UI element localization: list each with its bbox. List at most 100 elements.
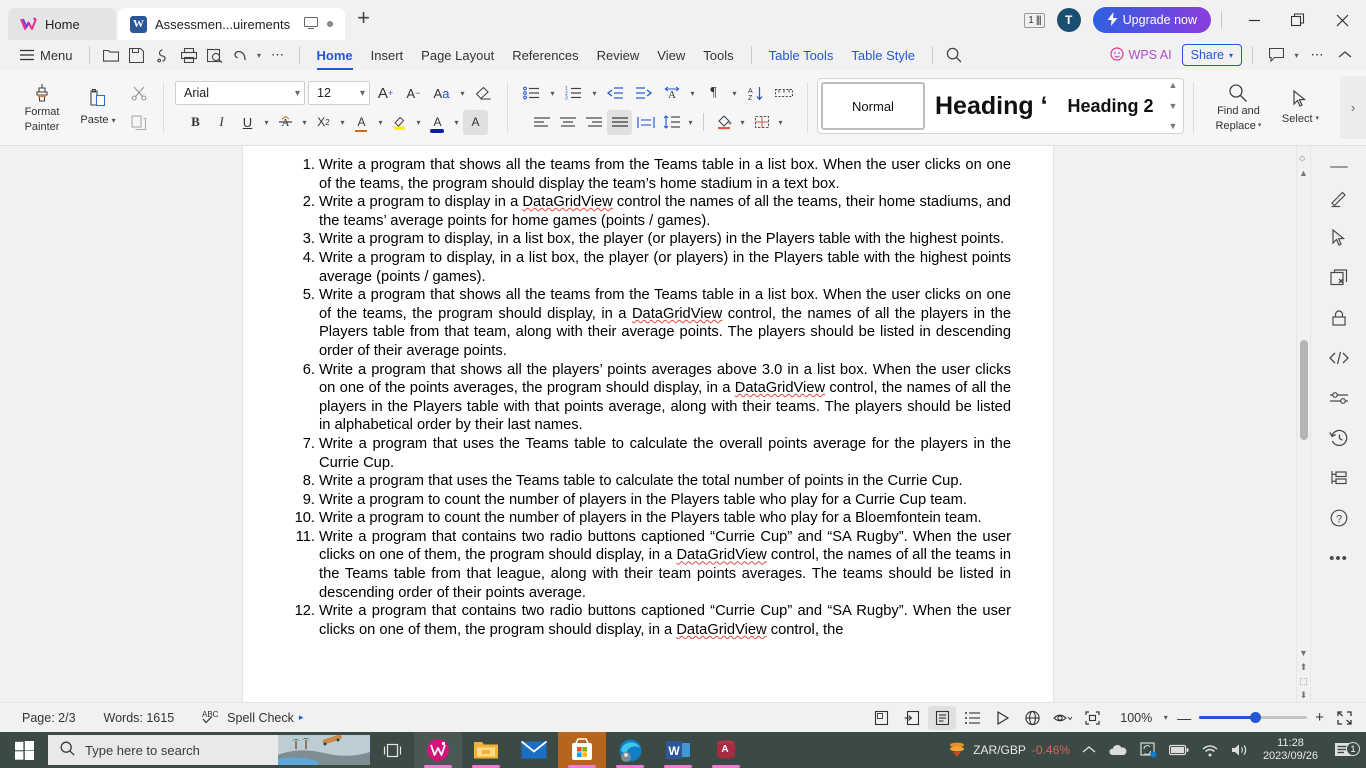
grow-font-button[interactable]: A + bbox=[373, 81, 398, 106]
windows-start-icon[interactable] bbox=[0, 732, 48, 768]
text-effects-button[interactable]: A bbox=[349, 110, 374, 135]
page-view-icon[interactable] bbox=[868, 706, 896, 730]
asian-layout-button[interactable]: A bbox=[659, 81, 684, 106]
highlight-dropdown-icon[interactable]: ▾ bbox=[413, 118, 424, 127]
find-replace-button[interactable]: Find and Replace ▾ bbox=[1205, 74, 1271, 142]
highlight-color-button[interactable] bbox=[387, 110, 412, 135]
zoom-out-button[interactable]: — bbox=[1177, 710, 1191, 726]
align-left-button[interactable] bbox=[529, 110, 554, 135]
undo-dropdown-icon[interactable]: ▾ bbox=[254, 51, 265, 60]
decrease-indent-button[interactable] bbox=[603, 81, 628, 106]
volume-icon[interactable] bbox=[1225, 732, 1255, 768]
new-tab-button[interactable]: + bbox=[347, 7, 380, 33]
search-input[interactable]: Type here to search bbox=[48, 735, 370, 765]
mail-taskbar-icon[interactable] bbox=[510, 732, 558, 768]
formatting-marks-dropdown-icon[interactable]: ▾ bbox=[729, 89, 740, 98]
change-case-button[interactable]: Aa bbox=[429, 81, 454, 106]
spell-check-button[interactable]: ABC Spell Check ▸ bbox=[188, 709, 317, 726]
document-scroll-area[interactable]: Write a program that shows all the teams… bbox=[0, 146, 1296, 702]
eye-visibility-icon[interactable] bbox=[1048, 706, 1076, 730]
collapse-ribbon-icon[interactable] bbox=[1332, 43, 1358, 67]
sort-button[interactable]: AZ bbox=[743, 81, 768, 106]
read-mode-icon[interactable] bbox=[928, 705, 957, 730]
list-item[interactable]: Write a program that uses the Teams tabl… bbox=[285, 435, 1011, 472]
more-dots-icon[interactable]: ••• bbox=[1322, 538, 1356, 578]
share-button[interactable]: Share ▾ bbox=[1181, 44, 1242, 66]
cut-button[interactable] bbox=[126, 80, 152, 106]
borders-button[interactable] bbox=[749, 110, 774, 135]
close-window-icon[interactable] bbox=[1322, 258, 1356, 298]
list-item[interactable]: Write a program that shows all the teams… bbox=[285, 286, 1011, 360]
line-spacing-dropdown-icon[interactable]: ▾ bbox=[685, 118, 696, 127]
align-center-button[interactable] bbox=[555, 110, 580, 135]
styles-scroll-down-icon[interactable]: ▼ bbox=[1169, 101, 1178, 111]
print-icon[interactable] bbox=[176, 43, 202, 67]
zoom-level-label[interactable]: 100% bbox=[1108, 711, 1158, 725]
text-effects-dropdown-icon[interactable]: ▾ bbox=[375, 118, 386, 127]
styles-scroll-up-icon[interactable]: ▲ bbox=[1169, 81, 1178, 90]
superscript-button[interactable]: X2 bbox=[311, 110, 336, 135]
battery-icon[interactable] bbox=[1163, 732, 1195, 768]
paste-button[interactable]: Paste ▾ bbox=[70, 74, 126, 142]
page-select-button[interactable]: ⬚ bbox=[1299, 674, 1308, 688]
select-button[interactable]: Select ▾ bbox=[1271, 74, 1329, 142]
document-page[interactable]: Write a program that shows all the teams… bbox=[243, 146, 1053, 702]
cloud-sync-icon[interactable] bbox=[150, 43, 176, 67]
bullets-dropdown-icon[interactable]: ▾ bbox=[547, 89, 558, 98]
change-case-dropdown-icon[interactable]: ▾ bbox=[457, 89, 468, 98]
zoom-in-button[interactable]: + bbox=[1315, 709, 1324, 726]
focus-mode-icon[interactable] bbox=[1078, 706, 1106, 730]
style-heading-2[interactable]: Heading 2 bbox=[1058, 82, 1164, 130]
microsoft-store-taskbar-icon[interactable] bbox=[558, 732, 606, 768]
comment-dropdown-icon[interactable]: ▾ bbox=[1291, 51, 1302, 60]
word-taskbar-icon[interactable]: W bbox=[654, 732, 702, 768]
list-item[interactable]: Write a program to count the number of p… bbox=[285, 491, 1011, 510]
spell-check-arrow-icon[interactable]: ▸ bbox=[299, 712, 304, 723]
superscript-dropdown-icon[interactable]: ▾ bbox=[337, 118, 348, 127]
asian-layout-dropdown-icon[interactable]: ▾ bbox=[687, 89, 698, 98]
zoom-slider-knob[interactable] bbox=[1250, 712, 1262, 723]
next-page-button[interactable]: ⬇ bbox=[1300, 688, 1308, 702]
italic-button[interactable]: I bbox=[209, 110, 234, 135]
search-icon[interactable] bbox=[941, 43, 967, 67]
access-taskbar-icon[interactable]: A bbox=[702, 732, 750, 768]
more-quick-access-icon[interactable]: ⋯ bbox=[265, 43, 291, 67]
help-question-icon[interactable]: ? bbox=[1322, 498, 1356, 538]
minimize-button[interactable] bbox=[1232, 0, 1276, 40]
zoom-slider-track[interactable] bbox=[1199, 712, 1308, 723]
avatar[interactable]: T bbox=[1056, 8, 1081, 32]
ribbon-tab-view[interactable]: View bbox=[648, 41, 694, 69]
close-button[interactable] bbox=[1320, 0, 1364, 40]
scroll-down-arrow[interactable]: ▼ bbox=[1299, 646, 1308, 660]
presentation-icon[interactable] bbox=[988, 706, 1016, 730]
word-count[interactable]: Words: 1615 bbox=[90, 711, 189, 725]
list-item[interactable]: Write a program that shows all the playe… bbox=[285, 361, 1011, 435]
stock-ticker[interactable]: ZAR/GBP -0.46% bbox=[941, 732, 1076, 768]
list-item[interactable]: Write a program that uses the Teams tabl… bbox=[285, 472, 1011, 491]
shading-dropdown-icon[interactable]: ▾ bbox=[737, 118, 748, 127]
settings-sliders-icon[interactable] bbox=[1322, 378, 1356, 418]
strikethrough-button[interactable]: A bbox=[273, 110, 298, 135]
ribbon-tab-tools[interactable]: Tools bbox=[694, 41, 742, 69]
distribute-button[interactable] bbox=[633, 110, 658, 135]
menu-button[interactable]: Menu bbox=[12, 43, 81, 67]
scrollbar-track[interactable] bbox=[1297, 180, 1310, 646]
wps-ai-button[interactable]: WPS AI bbox=[1102, 46, 1180, 64]
align-right-button[interactable] bbox=[581, 110, 606, 135]
ruler-toggle-button[interactable] bbox=[771, 81, 796, 106]
ribbon-tab-insert[interactable]: Insert bbox=[362, 41, 413, 69]
onedrive-icon[interactable] bbox=[1102, 732, 1134, 768]
wps-office-taskbar-icon[interactable] bbox=[414, 732, 462, 768]
undo-icon[interactable] bbox=[228, 43, 254, 67]
style-normal[interactable]: Normal bbox=[821, 82, 925, 130]
page-indicator[interactable]: Page: 2/3 bbox=[8, 711, 90, 725]
edge-taskbar-icon[interactable] bbox=[606, 732, 654, 768]
zoom-slider[interactable]: — + bbox=[1173, 709, 1328, 726]
tab-home[interactable]: Home bbox=[8, 8, 116, 40]
list-item[interactable]: Write a program to display, in a list bo… bbox=[285, 230, 1011, 249]
align-justify-button[interactable] bbox=[607, 109, 632, 135]
sync-icon[interactable] bbox=[1134, 732, 1163, 768]
strikethrough-dropdown-icon[interactable]: ▾ bbox=[299, 118, 310, 127]
save-icon[interactable] bbox=[124, 43, 150, 67]
task-view-icon[interactable] bbox=[370, 732, 414, 768]
